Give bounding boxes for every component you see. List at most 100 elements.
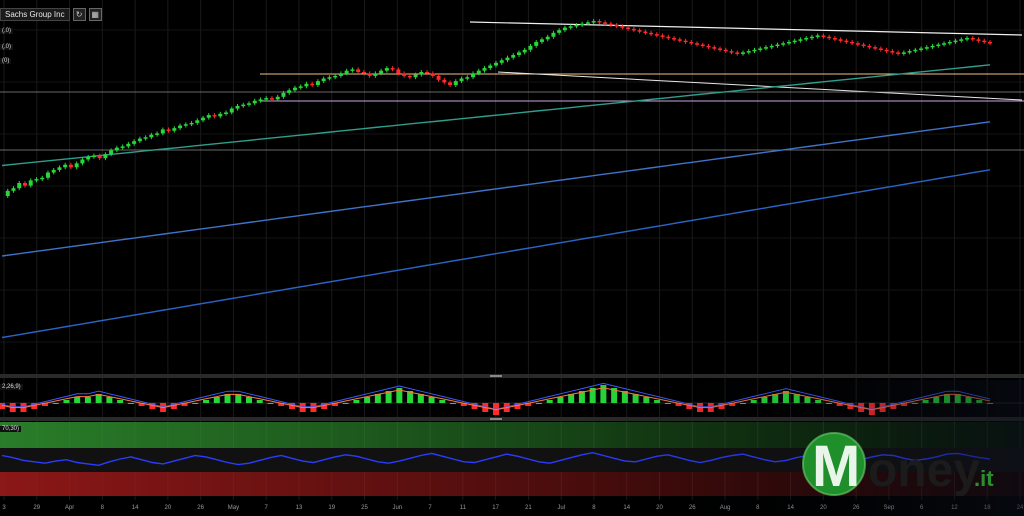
x-tick-label: Apr: [65, 505, 74, 511]
candle-body: [350, 69, 355, 71]
candle-body: [614, 24, 619, 27]
candle-body: [379, 70, 384, 74]
chart-toolbar: Sachs Group Inc ↻ ▦: [0, 6, 102, 22]
candle-body: [247, 103, 251, 105]
candle-body: [390, 68, 395, 70]
overlay-lines: [0, 21, 1024, 151]
candle-body: [511, 55, 516, 58]
candle-body: [361, 71, 366, 74]
candle-body: [292, 87, 297, 91]
macd-bar: [84, 397, 91, 403]
symbol-title: Sachs Group Inc: [0, 7, 70, 21]
candle-body: [57, 167, 62, 170]
logo-word: oney: [868, 444, 980, 497]
candle-body: [183, 124, 188, 126]
candle-body: [809, 36, 814, 39]
macd-bar: [417, 394, 424, 403]
candle-body: [103, 154, 108, 159]
money-logo: M oney .it: [800, 430, 1016, 510]
candle-body: [689, 41, 694, 44]
candle-body: [907, 51, 912, 53]
candle-body: [166, 129, 171, 131]
candle-body: [959, 39, 964, 41]
candle-body: [367, 73, 372, 76]
candle-body: [763, 47, 768, 49]
candle-body: [402, 73, 407, 76]
candle-body: [878, 48, 883, 50]
candle-body: [448, 82, 453, 86]
candle-body: [189, 122, 194, 125]
x-tick-label: 14: [132, 505, 139, 511]
candle-body: [631, 28, 636, 31]
macd-bar: [450, 403, 457, 404]
candle-body: [442, 79, 447, 83]
candle-body: [815, 35, 820, 37]
candle-body: [28, 180, 33, 186]
candle-body: [396, 69, 401, 74]
macd-bar: [256, 400, 263, 403]
candle-body: [471, 73, 476, 78]
candle-body: [160, 129, 165, 134]
x-tick-label: 13: [296, 505, 303, 511]
candle-body: [821, 35, 826, 37]
candle-body: [430, 73, 435, 76]
candle-body: [80, 159, 85, 164]
candle-body: [149, 134, 154, 138]
candle-body: [735, 52, 740, 54]
macd-bar: [52, 403, 59, 404]
candle-body: [683, 40, 688, 43]
candle-body: [712, 47, 717, 49]
x-tick-label: 29: [33, 505, 40, 511]
candle-body: [373, 73, 378, 76]
candle-body: [356, 69, 361, 72]
macd-bar: [342, 403, 349, 404]
candle-body: [551, 32, 556, 37]
candle-body: [137, 138, 142, 142]
candle-body: [626, 27, 631, 30]
candle-body: [97, 155, 102, 159]
macd-bar: [63, 400, 70, 403]
candle-body: [407, 75, 412, 78]
candle-body: [758, 48, 763, 50]
candle-body: [769, 45, 774, 48]
candle-body: [746, 51, 751, 53]
macd-bar: [364, 397, 371, 403]
candle-body: [965, 38, 970, 40]
x-tick-label: 26: [197, 505, 204, 511]
x-tick-label: 11: [460, 505, 467, 511]
candle-body: [804, 38, 809, 40]
candle-body: [11, 188, 16, 191]
refresh-icon[interactable]: ↻: [72, 7, 86, 21]
candle-body: [17, 182, 22, 189]
candle-body: [861, 44, 866, 47]
x-tick-label: 8: [101, 505, 105, 511]
candle-body: [729, 51, 734, 53]
candle-body: [930, 45, 935, 48]
candle-body: [344, 70, 349, 74]
candle-body: [413, 74, 418, 78]
candle-body: [516, 52, 521, 56]
candle-body: [252, 100, 257, 104]
candle-body: [752, 49, 757, 52]
x-tick-label: 17: [492, 505, 499, 511]
candle-body: [114, 147, 119, 151]
support-line: [497, 71, 1023, 101]
candle-body: [844, 40, 849, 43]
settings-icon[interactable]: ▦: [88, 7, 102, 21]
candle-body: [643, 31, 648, 34]
candle-body: [522, 49, 527, 53]
candle-body: [976, 39, 981, 41]
x-tick-label: 19: [328, 505, 335, 511]
x-tick-label: Jun: [392, 505, 402, 511]
candle-body: [143, 137, 148, 139]
candle-body: [677, 39, 682, 41]
candle-body: [838, 39, 843, 41]
candle-body: [924, 47, 929, 49]
candle-body: [68, 164, 73, 168]
candle-body: [482, 68, 487, 71]
candle-body: [206, 115, 211, 118]
candle-body: [574, 24, 579, 27]
candle-body: [258, 99, 263, 101]
macd-bar: [246, 397, 252, 403]
candle-body: [419, 71, 424, 75]
